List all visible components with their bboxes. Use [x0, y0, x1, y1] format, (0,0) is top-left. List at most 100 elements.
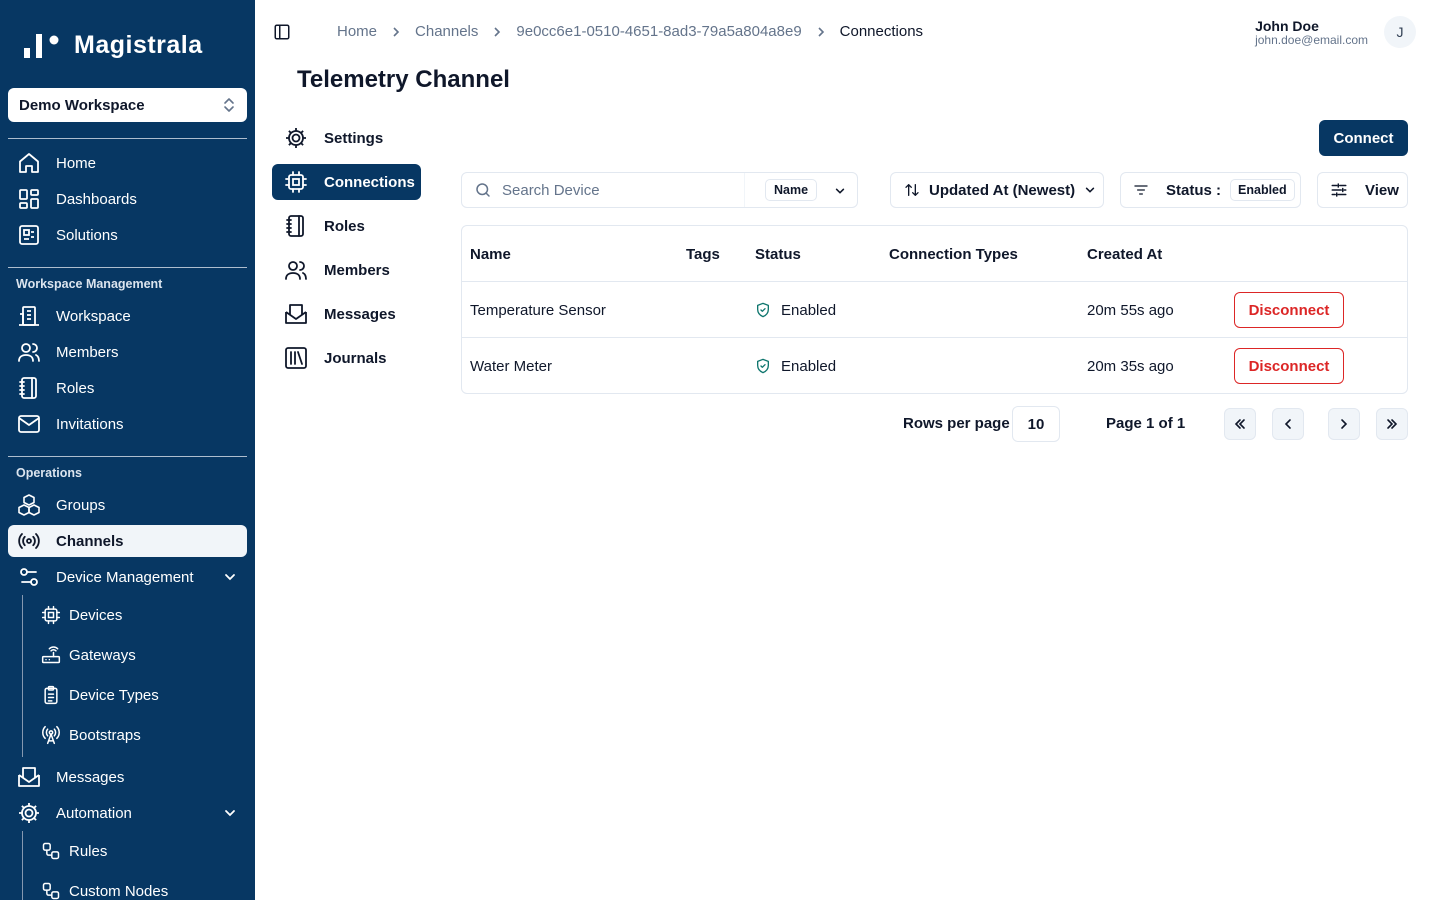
boxes-icon — [17, 493, 41, 517]
sidebar-item-automation[interactable]: Automation — [8, 797, 247, 829]
search-field-value: Name — [765, 179, 818, 201]
gear-icon — [284, 126, 308, 150]
sidebar-item-custom-nodes[interactable]: Custom Nodes — [34, 875, 247, 900]
status-text: Enabled — [781, 357, 837, 375]
chevrons-up-down-icon — [224, 98, 234, 112]
search-box: Name — [461, 172, 858, 208]
breadcrumb-channel-id[interactable]: 9e0cc6e1-0510-4651-8ad3-79a5a804a8e9 — [516, 23, 801, 40]
column-header-connection-types[interactable]: Connection Types — [889, 226, 1018, 282]
table-row[interactable]: Water Meter Enabled 20m 35s ago Disconne… — [462, 338, 1407, 393]
radio-icon — [17, 529, 41, 553]
sidebar-item-roles[interactable]: Roles — [8, 372, 247, 404]
sidebar-item-label: Custom Nodes — [69, 882, 169, 900]
group-label-operations: Operations — [16, 466, 82, 480]
cell-created-at: 20m 35s ago — [1087, 357, 1174, 375]
sidebar-item-label: Bootstraps — [69, 726, 141, 744]
antenna-icon — [40, 724, 62, 746]
users-icon — [284, 258, 308, 282]
workflow-icon — [40, 880, 62, 900]
tab-label: Connections — [324, 173, 415, 191]
sidebar-item-channels[interactable]: Channels — [8, 525, 247, 557]
sort-select[interactable]: Updated At (Newest) — [890, 172, 1104, 208]
workspace-selector[interactable]: Demo Workspace — [8, 88, 247, 122]
filter-icon — [1133, 182, 1149, 198]
tab-journals[interactable]: Journals — [272, 340, 421, 376]
router-icon — [40, 644, 62, 666]
avatar[interactable]: J — [1384, 16, 1416, 48]
last-page-button[interactable] — [1376, 408, 1408, 440]
page-title: Telemetry Channel — [297, 66, 510, 93]
sidebar-item-members[interactable]: Members — [8, 336, 247, 368]
breadcrumb-home[interactable]: Home — [337, 23, 377, 40]
tab-label: Journals — [324, 349, 387, 367]
cell-status: Enabled — [755, 338, 837, 393]
status-filter-button[interactable]: Status : Enabled — [1120, 172, 1301, 208]
sidebar-toggle-button[interactable] — [272, 22, 292, 42]
search-input[interactable] — [502, 181, 732, 199]
sidebar-item-rules[interactable]: Rules — [34, 835, 247, 867]
sidebar-item-dashboards[interactable]: Dashboards — [8, 183, 247, 215]
tab-members[interactable]: Members — [272, 252, 421, 288]
sidebar-item-invitations[interactable]: Invitations — [8, 408, 247, 440]
sidebar-divider — [8, 267, 247, 268]
chevron-right-icon — [492, 26, 502, 37]
tab-connections[interactable]: Connections — [272, 164, 421, 200]
sidebar-item-bootstraps[interactable]: Bootstraps — [34, 719, 247, 751]
tab-label: Members — [324, 261, 390, 279]
app-name: Magistrala — [74, 30, 203, 59]
app-logo[interactable]: Magistrala — [22, 30, 203, 60]
user-info[interactable]: John Doe john.doe@email.com — [1255, 18, 1368, 46]
sidebar-item-device-management[interactable]: Device Management — [8, 561, 247, 593]
disconnect-button[interactable]: Disconnect — [1234, 348, 1344, 384]
view-options-button[interactable]: View — [1317, 172, 1408, 208]
first-page-button[interactable] — [1224, 408, 1256, 440]
tab-roles[interactable]: Roles — [272, 208, 421, 244]
column-header-created-at[interactable]: Created At — [1087, 226, 1162, 282]
cell-name: Water Meter — [470, 357, 552, 375]
sidebar-item-devices[interactable]: Devices — [34, 599, 247, 631]
sliders-icon — [17, 565, 41, 589]
column-header-tags[interactable]: Tags — [686, 226, 720, 282]
search-field-select[interactable]: Name — [744, 173, 858, 207]
tab-label: Settings — [324, 129, 384, 147]
disconnect-button[interactable]: Disconnect — [1234, 292, 1344, 328]
sidebar-item-workspace[interactable]: Workspace — [8, 300, 247, 332]
sidebar-item-label: Device Management — [56, 568, 194, 586]
tab-label: Roles — [324, 217, 365, 235]
connect-button[interactable]: Connect — [1319, 120, 1408, 156]
status-filter-value: Enabled — [1230, 179, 1295, 201]
breadcrumb: Home Channels 9e0cc6e1-0510-4651-8ad3-79… — [337, 23, 923, 40]
shield-check-icon — [755, 302, 771, 318]
breadcrumb-channels[interactable]: Channels — [415, 23, 478, 40]
sidebar-item-gateways[interactable]: Gateways — [34, 639, 247, 671]
sidebar-item-solutions[interactable]: Solutions — [8, 219, 247, 251]
chevron-right-icon — [816, 26, 826, 37]
tab-messages[interactable]: Messages — [272, 296, 421, 332]
rows-per-page-label: Rows per page — [903, 415, 1010, 432]
sidebar-divider — [8, 456, 247, 457]
sidebar-item-label: Invitations — [56, 415, 124, 433]
sidebar-item-device-types[interactable]: Device Types — [34, 679, 247, 711]
table-row[interactable]: Temperature Sensor Enabled 20m 55s ago D… — [462, 282, 1407, 338]
status-filter-label: Status : — [1166, 181, 1222, 199]
cpu-icon — [40, 604, 62, 626]
sidebar-item-home[interactable]: Home — [8, 147, 247, 179]
sidebar-item-label: Automation — [56, 804, 132, 822]
column-header-status[interactable]: Status — [755, 226, 801, 282]
rows-per-page-select[interactable]: 10 — [1012, 406, 1060, 442]
breadcrumb-current: Connections — [839, 23, 924, 40]
sidebar-item-label: Dashboards — [56, 190, 137, 208]
tab-label: Messages — [324, 305, 396, 323]
previous-page-button[interactable] — [1272, 408, 1304, 440]
notebook-icon — [17, 376, 41, 400]
home-icon — [17, 151, 41, 175]
chevron-down-icon — [835, 188, 845, 194]
chevron-down-icon[interactable] — [223, 806, 237, 820]
chevron-down-icon[interactable] — [223, 570, 237, 584]
next-page-button[interactable] — [1328, 408, 1360, 440]
sidebar-item-label: Home — [56, 154, 97, 172]
tab-settings[interactable]: Settings — [272, 120, 421, 156]
sidebar-item-groups[interactable]: Groups — [8, 489, 247, 521]
sidebar-item-messages[interactable]: Messages — [8, 761, 247, 793]
column-header-name[interactable]: Name — [470, 226, 511, 282]
